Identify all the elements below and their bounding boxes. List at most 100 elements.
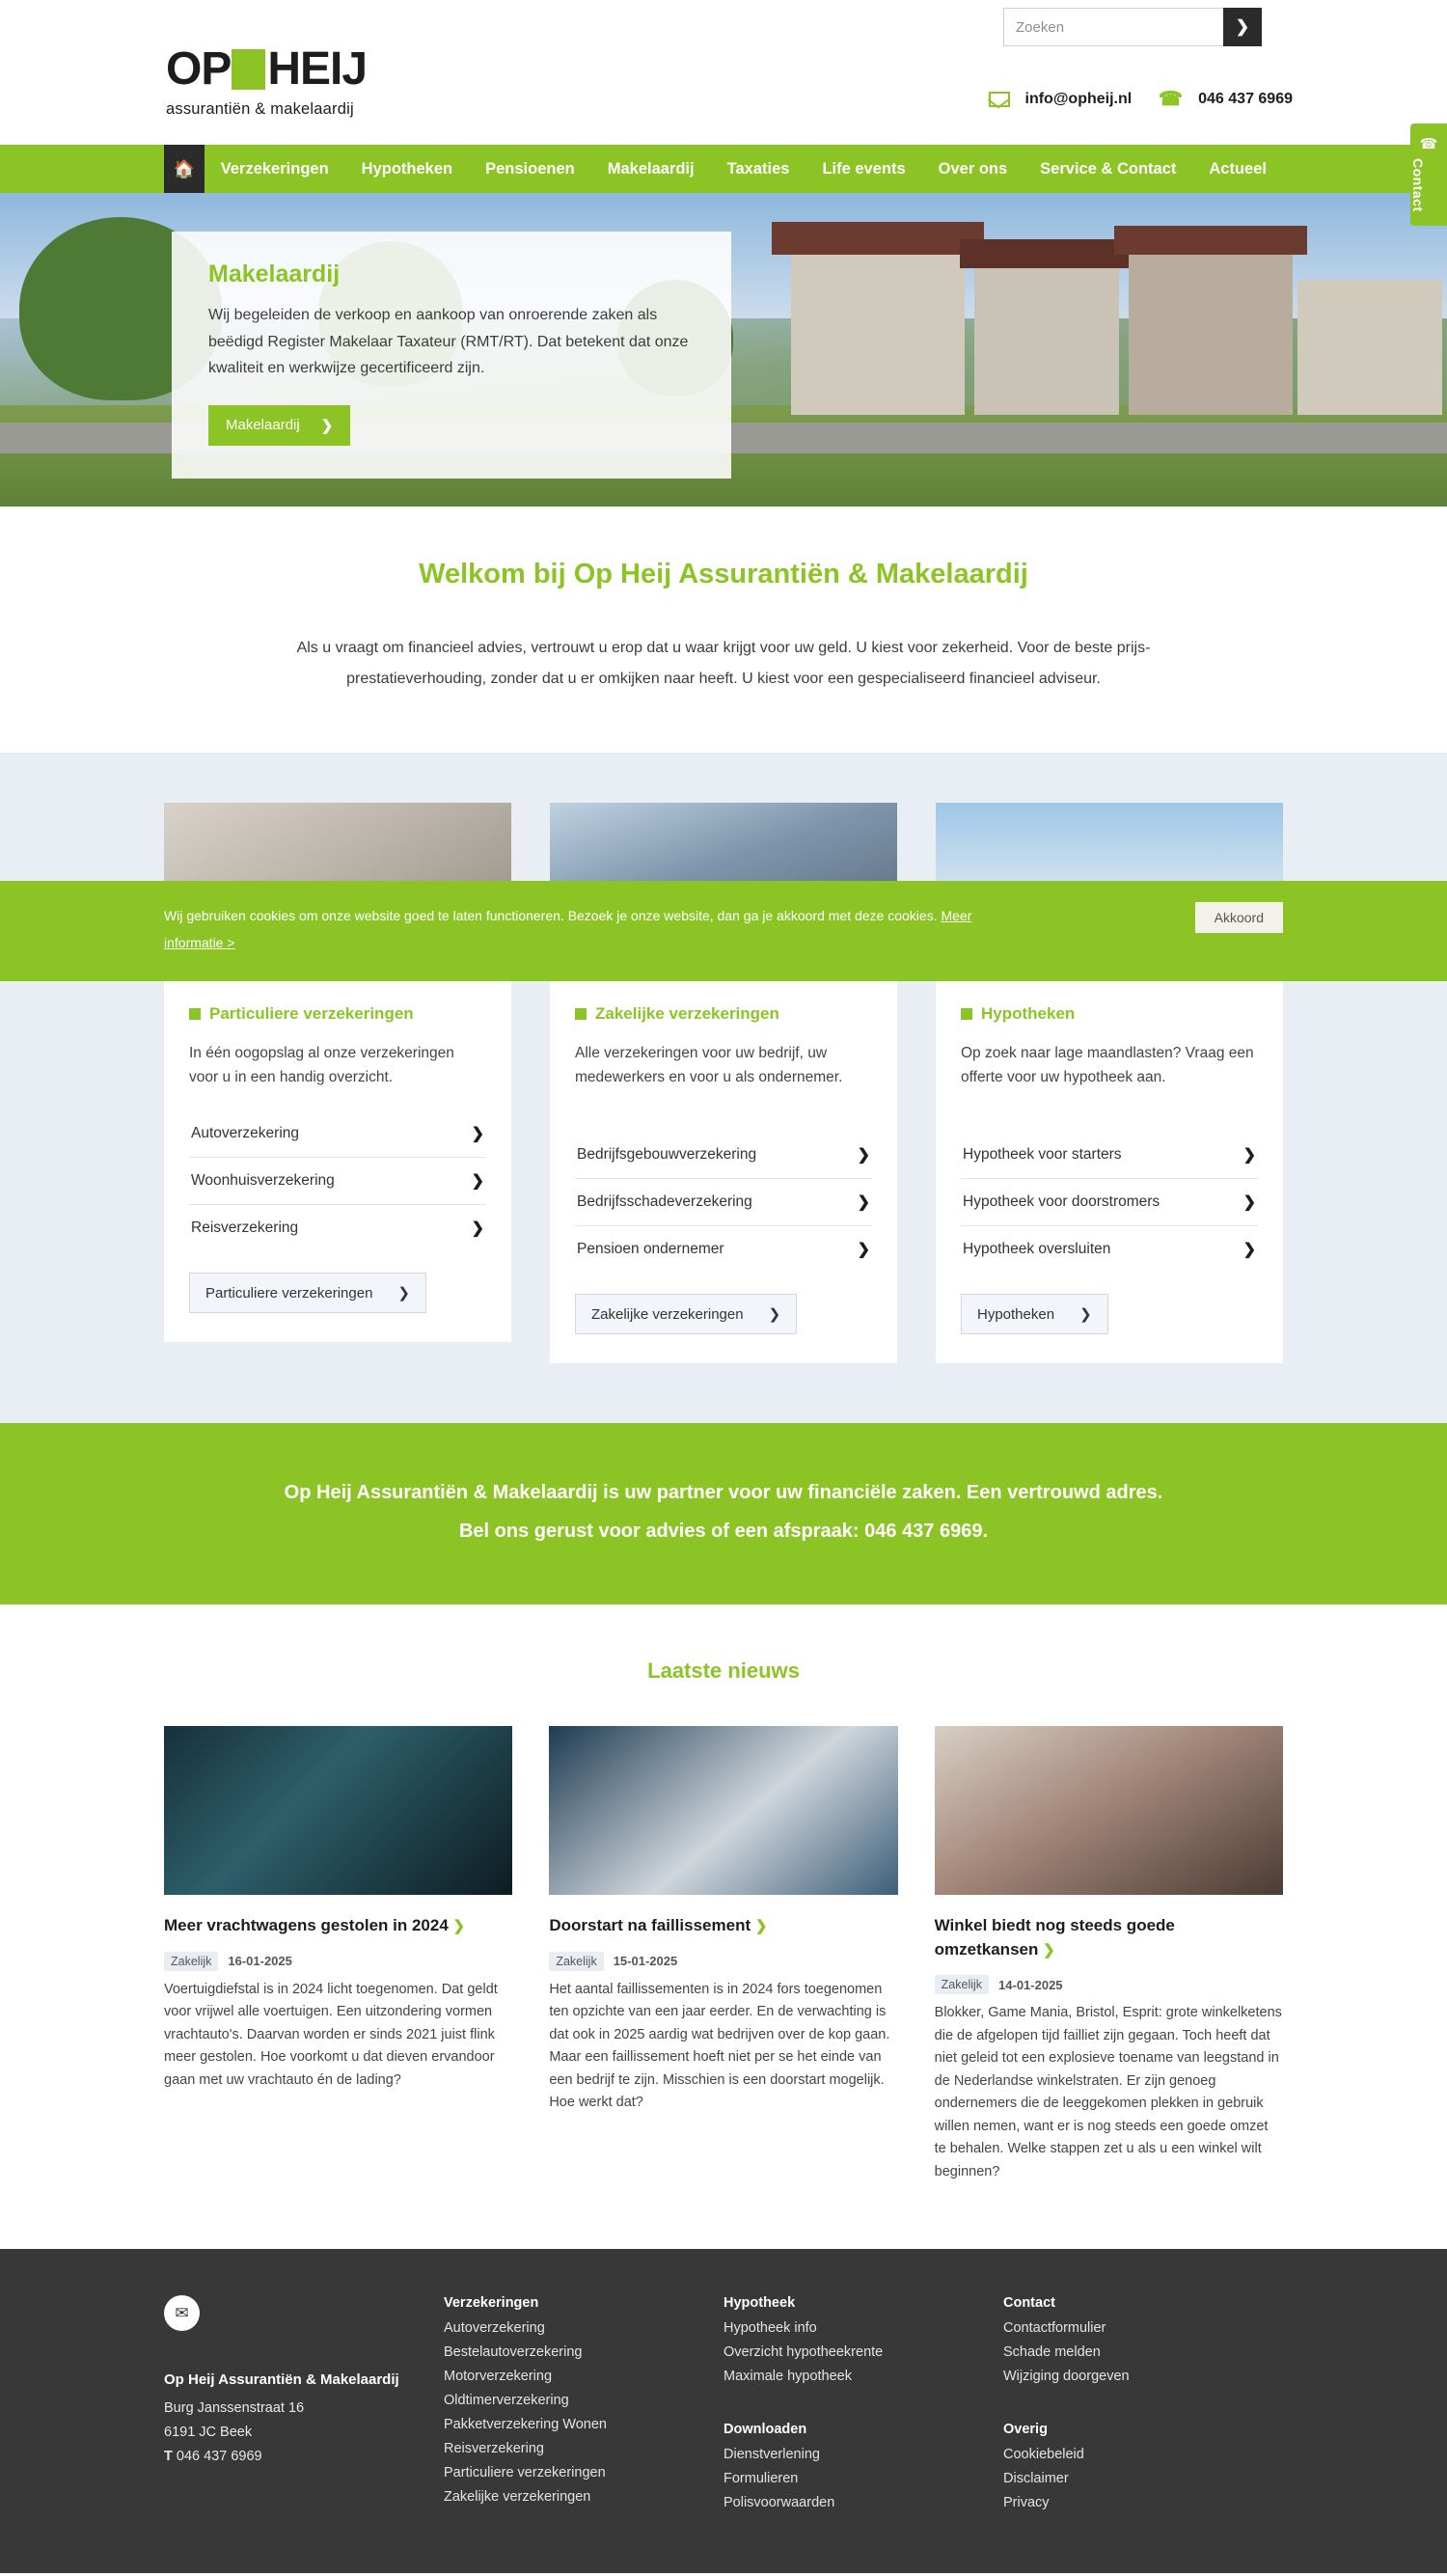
card-description: Alle verzekeringen voor uw bedrijf, uw m… (575, 1045, 843, 1086)
news-title-text: Doorstart na faillissement (549, 1916, 751, 1934)
nav-item-pensioenen[interactable]: Pensioenen (469, 145, 591, 193)
card-cta-button[interactable]: Hypotheken ❯ (961, 1294, 1108, 1334)
news-meta: Zakelijk 15-01-2025 (549, 1951, 897, 1971)
header-contact: info@opheij.nl ☎ 046 437 6969 (988, 87, 1293, 111)
footer-link[interactable]: Zakelijke verzekeringen (444, 2485, 724, 2509)
nav-item-makelaardij[interactable]: Makelaardij (591, 145, 711, 193)
news-item: Winkel biedt nog steeds goede omzetkanse… (934, 1726, 1283, 2183)
nav-item-life-events[interactable]: Life events (805, 145, 921, 193)
footer-link[interactable]: Maximale hypotheek (724, 2365, 1003, 2389)
card-link[interactable]: Woonhuisverzekering ❯ (189, 1158, 486, 1205)
footer-link[interactable]: Pakketverzekering Wonen (444, 2413, 724, 2437)
card-link-label: Pensioen ondernemer (577, 1241, 724, 1257)
footer-phone-prefix: T (164, 2449, 173, 2465)
news-body: Blokker, Game Mania, Bristol, Esprit: gr… (934, 2005, 1282, 2179)
card-link[interactable]: Hypotheek oversluiten ❯ (961, 1226, 1258, 1273)
card-cta-button[interactable]: Particuliere verzekeringen ❯ (189, 1273, 426, 1313)
footer-link[interactable]: Wijziging doorgeven (1003, 2365, 1283, 2389)
contact-side-tab[interactable]: ☎ Contact (1410, 123, 1447, 226)
card-link[interactable]: Pensioen ondernemer ❯ (575, 1226, 872, 1273)
card-link[interactable]: Hypotheek voor doorstromers ❯ (961, 1179, 1258, 1226)
service-cards-section: Particuliere verzekeringen In één oogops… (0, 753, 1447, 1423)
envelope-icon[interactable]: ✉ (164, 2295, 200, 2332)
footer-link[interactable]: Polisvoorwaarden (724, 2491, 1003, 2515)
chevron-right-icon: ❯ (1242, 1147, 1256, 1164)
hero-text: Wij begeleiden de verkoop en aankoop van… (208, 307, 689, 377)
nav-item-verzekeringen[interactable]: Verzekeringen (205, 145, 345, 193)
hero-cta-button[interactable]: Makelaardij ❯ (208, 404, 351, 446)
card-links: Hypotheek voor starters ❯ Hypotheek voor… (961, 1132, 1258, 1273)
footer-heading: Downloaden (724, 2421, 807, 2437)
card-link[interactable]: Bedrijfsschadeverzekering ❯ (575, 1179, 872, 1226)
chevron-right-icon: ❯ (754, 1918, 768, 1934)
news-title-text: Meer vrachtwagens gestolen in 2024 (164, 1916, 449, 1934)
footer-link[interactable]: Privacy (1003, 2491, 1283, 2515)
nav-item-actueel[interactable]: Actueel (1192, 145, 1283, 193)
card-link[interactable]: Bedrijfsgebouwverzekering ❯ (575, 1132, 872, 1179)
header-phone-link[interactable]: 046 437 6969 (1198, 91, 1293, 108)
nav-home-button[interactable]: 🏠 (164, 145, 205, 193)
footer-link[interactable]: Hypotheek info (724, 2316, 1003, 2341)
card-link-label: Reisverzekering (191, 1219, 299, 1236)
footer-link[interactable]: Disclaimer (1003, 2467, 1283, 2491)
news-section-title: Laatste nieuws (647, 1658, 800, 1683)
footer-link[interactable]: Bestelautoverzekering (444, 2341, 724, 2365)
footer-link[interactable]: Cookiebeleid (1003, 2443, 1283, 2467)
footer-link[interactable]: Particuliere verzekeringen (444, 2461, 724, 2485)
green-banner-line1: Op Heij Assurantiën & Makelaardij is uw … (284, 1482, 1163, 1503)
card-link[interactable]: Reisverzekering ❯ (189, 1205, 486, 1251)
news-image (934, 1726, 1283, 1895)
card-description: Op zoek naar lage maandlasten? Vraag een… (961, 1045, 1254, 1086)
site-logo[interactable]: OP HEIJ assurantiën & makelaardij (166, 46, 368, 119)
cookie-accept-button[interactable]: Akkoord (1194, 902, 1283, 933)
top-bar: ❯ OP HEIJ assurantiën & makelaardij info… (0, 0, 1447, 145)
card-cta-label: Zakelijke verzekeringen (591, 1305, 744, 1323)
footer-link[interactable]: Formulieren (724, 2467, 1003, 2491)
footer-address-line2: 6191 JC Beek (164, 2425, 253, 2441)
hero-banner: Makelaardij Wij begeleiden de verkoop en… (0, 193, 1447, 507)
footer-link[interactable]: Oldtimerverzekering (444, 2389, 724, 2413)
main-navigation: 🏠 Verzekeringen Hypotheken Pensioenen Ma… (0, 145, 1447, 193)
news-title[interactable]: Doorstart na faillissement ❯ (549, 1914, 897, 1938)
footer-link[interactable]: Dienstverlening (724, 2443, 1003, 2467)
news-title[interactable]: Winkel biedt nog steeds goede omzetkanse… (935, 1914, 1283, 1961)
search-input[interactable] (1003, 8, 1223, 46)
footer-heading: Overig (1003, 2421, 1048, 2437)
nav-item-over-ons[interactable]: Over ons (922, 145, 1024, 193)
footer-company-name: Op Heij Assurantiën & Makelaardij (164, 2371, 399, 2389)
search-submit-button[interactable]: ❯ (1223, 8, 1262, 46)
header-email-link[interactable]: info@opheij.nl (1025, 91, 1133, 108)
footer-link[interactable]: Autoverzekering (444, 2316, 724, 2341)
hero-cta-label: Makelaardij (226, 417, 300, 434)
news-tag: Zakelijk (549, 1951, 604, 1971)
footer-heading: Hypotheek (724, 2295, 796, 2312)
footer-link[interactable]: Reisverzekering (444, 2437, 724, 2461)
chevron-right-icon: ❯ (1242, 1242, 1256, 1258)
chevron-right-icon: ❯ (471, 1220, 484, 1237)
nav-item-taxaties[interactable]: Taxaties (711, 145, 806, 193)
news-item: Doorstart na faillissement ❯ Zakelijk 15… (549, 1726, 898, 2115)
footer-heading: Contact (1003, 2295, 1055, 2312)
card-link[interactable]: Hypotheek voor starters ❯ (961, 1132, 1258, 1179)
card-cta-button[interactable]: Zakelijke verzekeringen ❯ (575, 1294, 798, 1334)
nav-item-hypotheken[interactable]: Hypotheken (345, 145, 469, 193)
footer-link[interactable]: Motorverzekering (444, 2365, 724, 2389)
footer-address: Burg Janssenstraat 16 6191 JC Beek T 046… (164, 2397, 444, 2469)
card-title-text: Particuliere verzekeringen (209, 1004, 414, 1023)
welcome-paragraph: Als u vraagt om financieel advies, vertr… (296, 640, 1151, 687)
phone-icon: ☎ (1159, 89, 1184, 110)
chevron-right-icon: ❯ (471, 1126, 484, 1142)
card-link[interactable]: Autoverzekering ❯ (189, 1110, 486, 1158)
footer-link[interactable]: Overzicht hypotheekrente (724, 2341, 1003, 2365)
footer-link[interactable]: Contactformulier (1003, 2316, 1283, 2341)
nav-item-service-contact[interactable]: Service & Contact (1024, 145, 1192, 193)
chevron-right-icon: ❯ (1079, 1306, 1092, 1323)
chevron-right-icon: ❯ (1043, 1941, 1055, 1959)
chevron-right-icon: ❯ (397, 1285, 410, 1302)
news-title[interactable]: Meer vrachtwagens gestolen in 2024 ❯ (164, 1914, 512, 1938)
footer-heading: Verzekeringen (444, 2295, 539, 2312)
footer-link[interactable]: Schade melden (1003, 2341, 1283, 2365)
footer-phone: 046 437 6969 (176, 2449, 262, 2465)
cookie-text: Wij gebruiken cookies om onze website go… (164, 902, 1032, 956)
cookie-consent-bar: Wij gebruiken cookies om onze website go… (0, 881, 1447, 981)
